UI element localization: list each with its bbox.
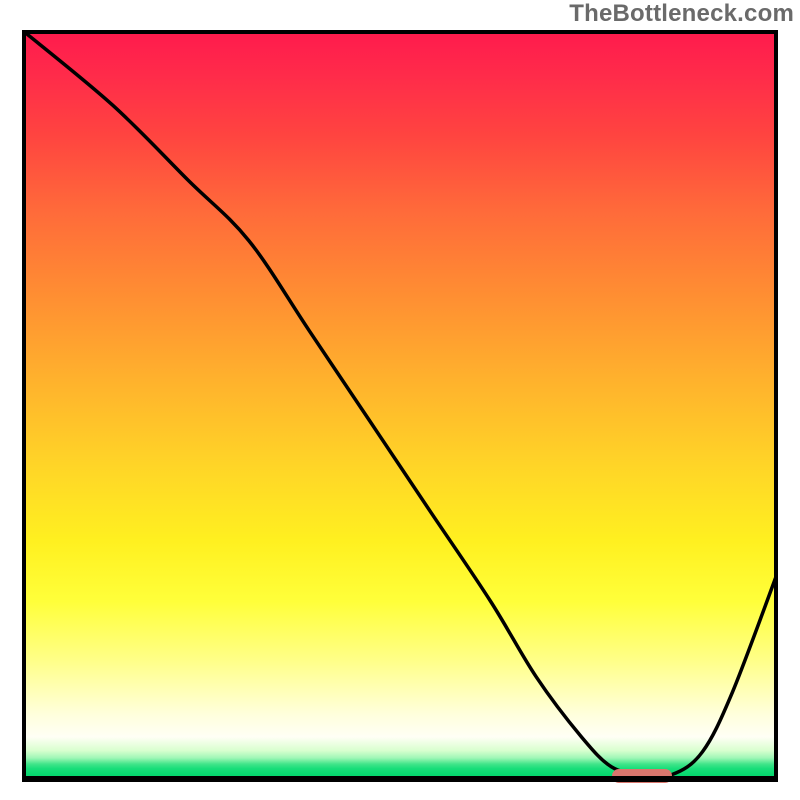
plot-area	[22, 30, 778, 782]
chart-frame: TheBottleneck.com	[0, 0, 800, 800]
bottleneck-curve-path	[22, 30, 778, 776]
curve-svg	[22, 30, 778, 782]
optimal-range-marker	[612, 769, 672, 783]
watermark-text: TheBottleneck.com	[569, 0, 794, 28]
